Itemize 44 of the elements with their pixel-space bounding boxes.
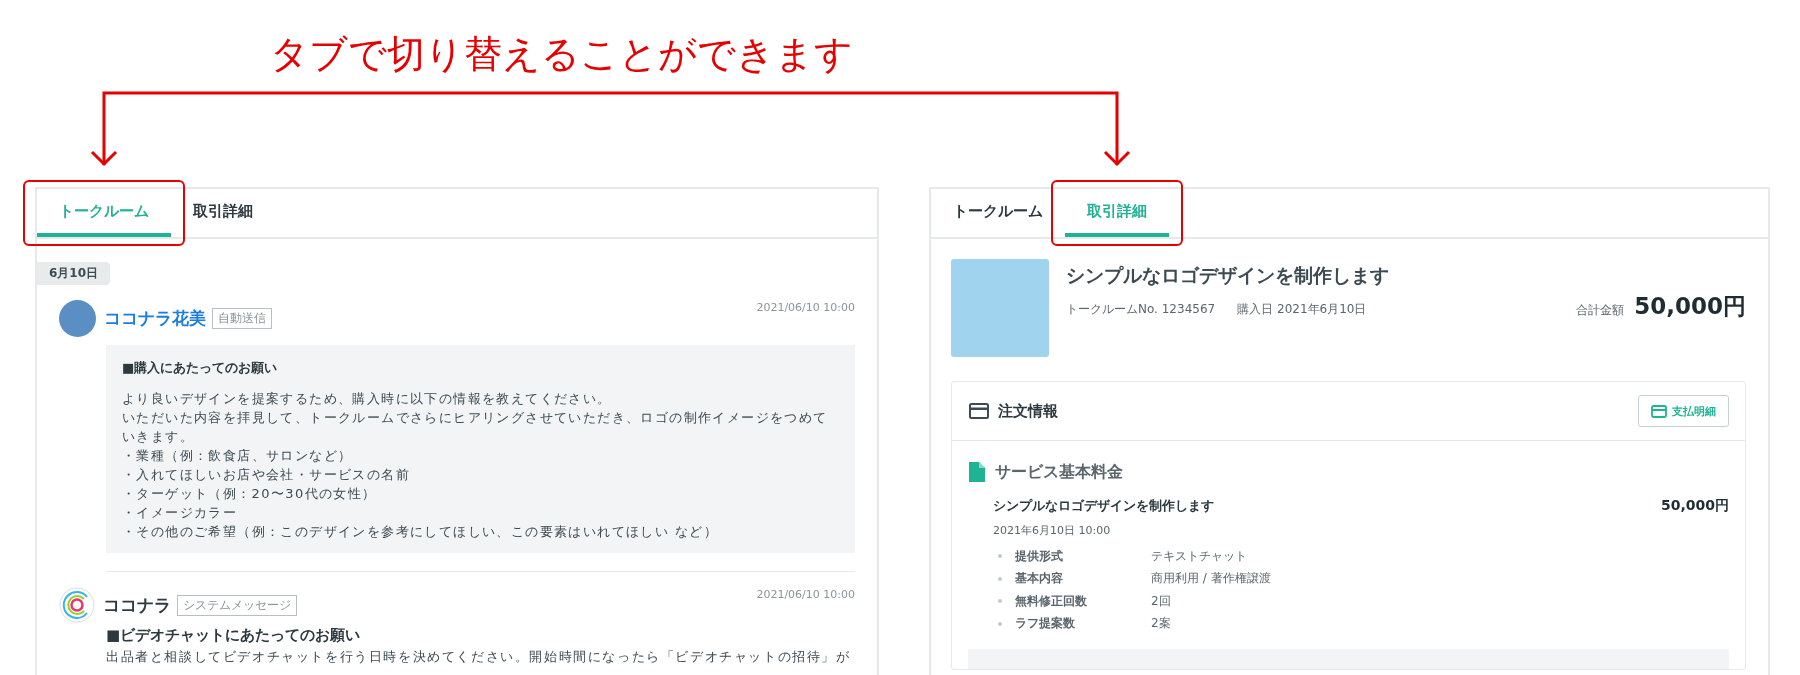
room-number: トークルームNo. 1234567	[1066, 301, 1216, 318]
annotation-text: タブで切り替えることができます	[270, 31, 853, 78]
item-price: 50,000円	[1660, 497, 1729, 515]
sender-name: ココナラ	[103, 593, 171, 617]
bullet-icon	[998, 576, 1002, 581]
section-title: 注文情報	[998, 401, 1058, 421]
bullet-icon	[998, 554, 1002, 559]
service-title: シンプルなロゴデザインを制作します	[1066, 263, 1389, 288]
bullet-icon	[998, 599, 1002, 604]
total-label: 合計金額	[1576, 302, 1625, 319]
timestamp: 2021/06/10 10:00	[756, 588, 855, 601]
spec-value: 2案	[1151, 615, 1171, 633]
message-text: より良いデザインを提案するため、購入時に以下の情報を教えてください。 いただいた内容を拝見して、トークルームでさらにヒアリングさせていただき、ロゴの制作イメージをつめていきます。 ・業種（例：飲食店、サロンなど） ・入れてほしいお店や会社・サービスの名前 ・ターゲット（例：20〜30代の女性） ・イメージカラー ・その他のご希望（例：このデザインを参考にしてほしい、この要素はいれてほしい など）	[122, 390, 829, 541]
sender-name: ココナラ花美	[104, 306, 206, 330]
spec-label: 基本内容	[1015, 570, 1064, 588]
message-tag: 自動送信	[212, 307, 272, 329]
payment-button[interactable]: 支払明細	[1638, 395, 1729, 427]
message-text: 出品者と相談してビデオチャットを行う日時を決めてください。開始時間になったら「ビデオチャットの招待」が	[106, 648, 852, 666]
spec-label: ラフ提案数	[1015, 615, 1076, 633]
spec-value: 2回	[1151, 592, 1171, 610]
bullet-icon	[998, 621, 1002, 626]
spec-label: 提供形式	[1015, 547, 1064, 565]
tab[interactable]: トークルーム	[37, 189, 171, 237]
spec-label: 無料修正回数	[1015, 592, 1088, 610]
purchase-date: 購入日 2021年6月10日	[1237, 301, 1367, 318]
card-icon	[1651, 404, 1667, 418]
message-tag: システムメッセージ	[177, 594, 297, 616]
avatar	[59, 299, 96, 337]
logo-icon	[59, 587, 95, 623]
tab[interactable]: 取引詳細	[171, 189, 275, 237]
spec-value: テキストチャット	[1151, 547, 1247, 565]
document-icon	[968, 461, 986, 483]
spec-value: 商用利用 / 著作権譲渡	[1151, 570, 1271, 588]
timestamp: 2021/06/10 10:00	[756, 301, 855, 314]
card-icon	[969, 403, 989, 419]
message-heading: ■購入にあたってのお願い	[122, 359, 279, 377]
item-date: 2021年6月10日 10:00	[992, 523, 1112, 538]
tab[interactable]: 取引詳細	[1065, 189, 1169, 237]
section-title: サービス基本料金	[995, 461, 1123, 483]
item-title: シンプルなロゴデザインを制作します	[993, 497, 1214, 515]
date-chip: 6月10日	[37, 262, 111, 285]
message-heading: ■ビデオチャットにあたってのお願い	[106, 626, 362, 645]
total-amount: 50,000円	[1634, 292, 1746, 321]
tab[interactable]: トークルーム	[931, 189, 1065, 237]
